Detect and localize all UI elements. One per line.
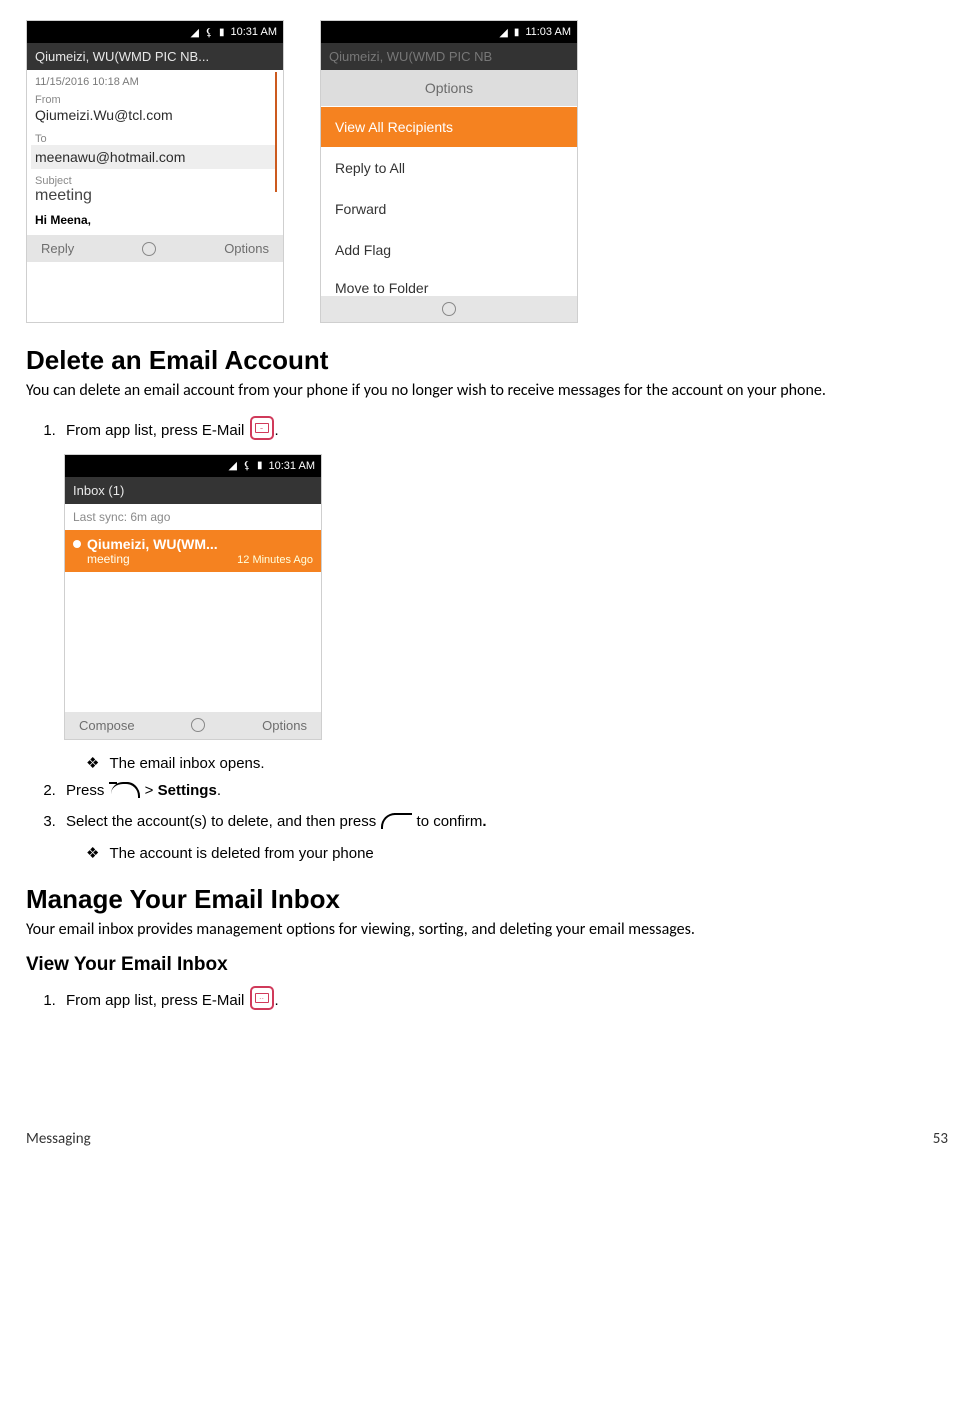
battery-icon: ▮ bbox=[219, 27, 225, 38]
inbox-subject: meeting bbox=[73, 552, 130, 566]
email-header: Qiumeizi, WU(WMD PIC NB... bbox=[27, 43, 283, 70]
subject-label: Subject bbox=[35, 175, 275, 187]
heading-manage-inbox: Manage Your Email Inbox bbox=[26, 884, 948, 915]
signal-icon: ◢ bbox=[499, 26, 507, 39]
step-text-end: . bbox=[275, 992, 279, 1009]
step-text: From app list, press E-Mail bbox=[66, 992, 249, 1009]
page-footer: Messaging 53 bbox=[26, 1130, 948, 1148]
footer-page-number: 53 bbox=[933, 1130, 948, 1148]
to-value: meenawu@hotmail.com bbox=[31, 145, 275, 169]
inbox-time: 12 Minutes Ago bbox=[237, 554, 313, 566]
unread-dot-icon bbox=[73, 540, 81, 548]
right-softkey-icon bbox=[111, 782, 139, 796]
option-forward[interactable]: Forward bbox=[321, 188, 577, 229]
delete-step-1: From app list, press E-Mail . bbox=[60, 416, 948, 440]
from-value: Qiumeizi.Wu@tcl.com bbox=[35, 106, 275, 133]
last-sync: Last sync: 6m ago bbox=[65, 504, 321, 530]
step-text: Press bbox=[66, 782, 109, 799]
status-bar: ◢ ⚸ ▮ 10:31 AM bbox=[65, 455, 321, 477]
heading-view-inbox: View Your Email Inbox bbox=[26, 954, 948, 976]
wifi-icon: ⚸ bbox=[205, 26, 213, 39]
step-text-end: . bbox=[482, 813, 486, 830]
option-reply-to-all[interactable]: Reply to All bbox=[321, 147, 577, 188]
step-text: From app list, press E-Mail bbox=[66, 422, 249, 439]
softkey-bar: Compose Options bbox=[65, 712, 321, 739]
softkey-compose[interactable]: Compose bbox=[79, 718, 135, 733]
option-move-to-folder[interactable]: Move to Folder bbox=[321, 270, 577, 296]
delete-substep-deleted: The account is deleted from your phone bbox=[86, 844, 948, 862]
heading-delete-account: Delete an Email Account bbox=[26, 345, 948, 376]
view-steps-list: From app list, press E-Mail . bbox=[60, 986, 948, 1010]
center-key-icon[interactable] bbox=[442, 302, 456, 316]
scroll-indicator bbox=[275, 72, 277, 192]
clock: 10:31 AM bbox=[269, 460, 315, 472]
options-title: Options bbox=[321, 70, 577, 106]
softkey-options[interactable]: Options bbox=[262, 718, 307, 733]
softkey-reply[interactable]: Reply bbox=[41, 241, 74, 256]
left-softkey-icon bbox=[382, 815, 410, 827]
softkey-options[interactable]: Options bbox=[224, 241, 269, 256]
from-label: From bbox=[35, 94, 275, 106]
clock: 10:31 AM bbox=[231, 26, 277, 38]
delete-steps-list: From app list, press E-Mail . bbox=[60, 416, 948, 440]
inbox-header: Inbox (1) bbox=[65, 477, 321, 504]
center-key-icon[interactable] bbox=[191, 718, 205, 732]
step-text-sep: > bbox=[141, 782, 158, 799]
step-text-mid: to confirm bbox=[412, 813, 482, 830]
delete-steps-list-cont: Press > Settings. Select the account(s) … bbox=[60, 782, 948, 830]
delete-substep-inbox-opens: The email inbox opens. bbox=[86, 754, 948, 772]
email-greeting: Hi Meena, bbox=[35, 213, 275, 231]
phone-email-detail: ◢ ⚸ ▮ 10:31 AM Qiumeizi, WU(WMD PIC NB..… bbox=[26, 20, 284, 323]
status-bar: ◢ ▮ 11:03 AM bbox=[321, 21, 577, 43]
inbox-sender: Qiumeizi, WU(WM... bbox=[87, 536, 218, 552]
manage-intro-text: Your email inbox provides management opt… bbox=[26, 919, 948, 941]
email-timestamp: 11/15/2016 10:18 AM bbox=[35, 74, 275, 94]
delete-step-2: Press > Settings. bbox=[60, 782, 948, 799]
email-app-icon bbox=[250, 416, 274, 440]
battery-icon: ▮ bbox=[257, 460, 263, 471]
option-add-flag[interactable]: Add Flag bbox=[321, 229, 577, 270]
status-bar: ◢ ⚸ ▮ 10:31 AM bbox=[27, 21, 283, 43]
phone-options-menu: ◢ ▮ 11:03 AM Qiumeizi, WU(WMD PIC NB Opt… bbox=[320, 20, 578, 323]
faded-header: Qiumeizi, WU(WMD PIC NB bbox=[321, 43, 577, 70]
phone-inbox: ◢ ⚸ ▮ 10:31 AM Inbox (1) Last sync: 6m a… bbox=[64, 454, 322, 740]
delete-step-3: Select the account(s) to delete, and the… bbox=[60, 813, 948, 830]
step-text-end: . bbox=[275, 422, 279, 439]
inbox-empty-space bbox=[65, 572, 321, 712]
battery-icon: ▮ bbox=[514, 27, 520, 38]
inbox-message-row[interactable]: Qiumeizi, WU(WM... meeting 12 Minutes Ag… bbox=[65, 530, 321, 572]
to-label: To bbox=[35, 133, 275, 145]
clock: 11:03 AM bbox=[525, 26, 571, 38]
wifi-icon: ⚸ bbox=[243, 459, 251, 472]
softkey-bar: Reply Options bbox=[27, 235, 283, 262]
step-text-end: . bbox=[217, 782, 221, 799]
settings-bold: Settings bbox=[158, 782, 217, 799]
softkey-bar bbox=[321, 296, 577, 322]
step-text: Select the account(s) to delete, and the… bbox=[66, 813, 380, 830]
delete-intro-text: You can delete an email account from you… bbox=[26, 380, 948, 402]
option-view-all-recipients[interactable]: View All Recipients bbox=[321, 106, 577, 147]
signal-icon: ◢ bbox=[228, 459, 236, 472]
email-app-icon bbox=[250, 986, 274, 1010]
top-screenshots-row: ◢ ⚸ ▮ 10:31 AM Qiumeizi, WU(WMD PIC NB..… bbox=[26, 20, 948, 323]
view-step-1: From app list, press E-Mail . bbox=[60, 986, 948, 1010]
signal-icon: ◢ bbox=[190, 26, 198, 39]
subject-value: meeting bbox=[35, 187, 275, 213]
footer-section: Messaging bbox=[26, 1130, 91, 1148]
center-key-icon[interactable] bbox=[142, 242, 156, 256]
